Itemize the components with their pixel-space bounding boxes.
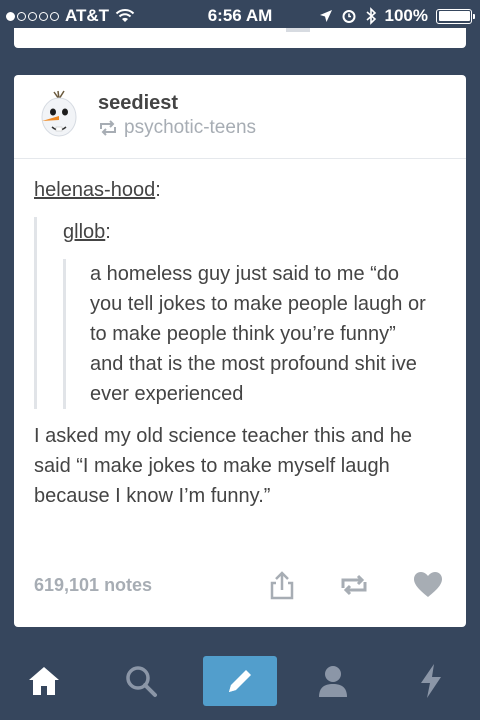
tab-account[interactable] [308, 656, 358, 706]
nested-blockquote: a homeless guy just said to me “do you t… [63, 259, 446, 409]
tab-search[interactable] [116, 656, 166, 706]
blog-name[interactable]: seediest [98, 92, 178, 115]
tab-activity[interactable] [406, 656, 456, 706]
original-post-text: a homeless guy just said to me “do you t… [90, 263, 426, 405]
battery-percent: 100% [384, 6, 428, 25]
location-arrow-icon [319, 10, 332, 22]
reblog-source[interactable]: psychotic-teens [98, 117, 256, 139]
alarm-icon [342, 10, 356, 23]
status-bar: AT&T 6:56 AM 100% [0, 0, 480, 30]
compose-icon [229, 670, 251, 692]
notes-count[interactable]: 619,101 notes [34, 575, 152, 596]
blockquote: gllob: a homeless guy just said to me “d… [34, 217, 446, 409]
thread-attribution: gllob: [63, 221, 111, 243]
reblog-small-icon [100, 120, 116, 136]
post-header: seediest psychotic-teens [14, 75, 466, 159]
previous-post-edge [14, 28, 466, 48]
reblogged-from-name[interactable]: psychotic-teens [124, 117, 256, 139]
share-icon[interactable] [264, 567, 300, 603]
tab-compose[interactable] [203, 656, 277, 706]
avatar[interactable] [28, 87, 90, 149]
tab-home[interactable] [19, 656, 69, 706]
thread-user-link[interactable]: gllob [63, 221, 105, 243]
home-icon [29, 667, 59, 695]
reply-text: I asked my old science teacher this and … [34, 425, 412, 507]
post-footer: 619,101 notes [14, 561, 466, 627]
status-right: 100% [319, 6, 475, 26]
post-card: seediest psychotic-teens helenas-hood: g… [14, 75, 466, 627]
post-body: helenas-hood: gllob: a homeless guy just… [14, 159, 466, 511]
like-heart-icon[interactable] [410, 567, 446, 603]
reblog-icon[interactable] [336, 567, 372, 603]
search-icon [126, 666, 157, 697]
tab-bar [0, 642, 480, 720]
thread-attribution: helenas-hood: [34, 179, 161, 201]
activity-icon [421, 664, 441, 698]
thread-user-link[interactable]: helenas-hood [34, 179, 155, 201]
battery-icon [436, 8, 475, 24]
account-icon [319, 666, 347, 697]
bluetooth-icon [365, 7, 376, 25]
